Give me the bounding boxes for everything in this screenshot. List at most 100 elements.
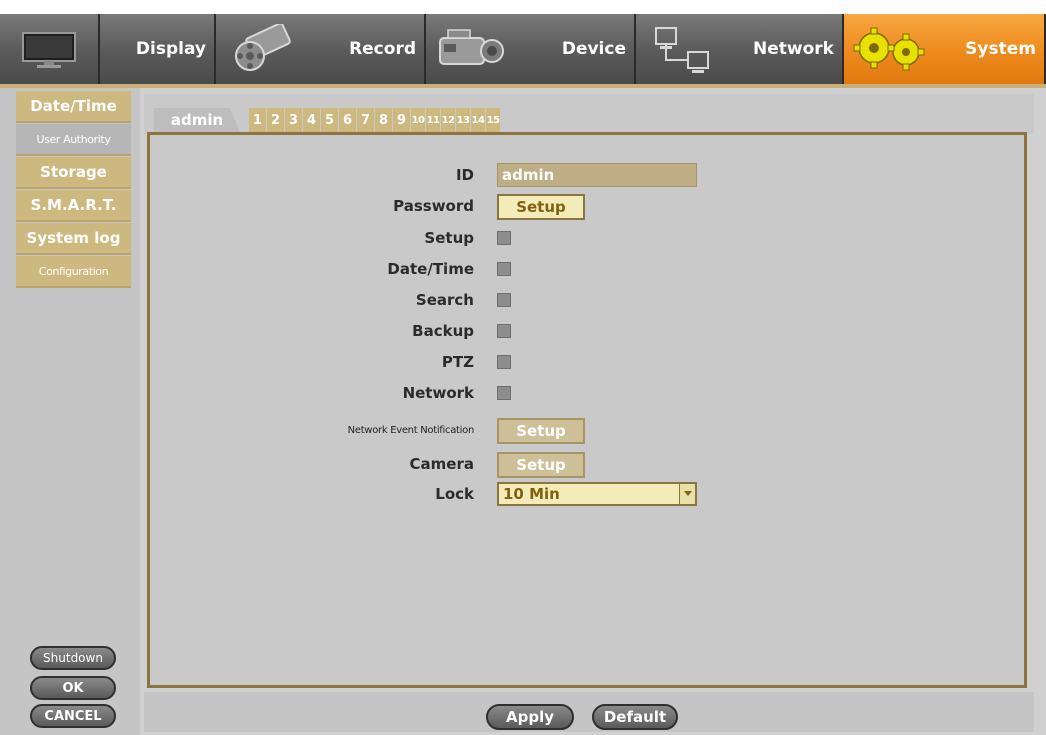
ok-label: OK xyxy=(62,680,84,696)
nav-tab-network-label: Network xyxy=(753,39,834,59)
nav-tab-system-label: System xyxy=(965,39,1036,59)
apply-button[interactable]: Apply xyxy=(486,704,574,730)
tab-admin[interactable]: admin xyxy=(154,108,240,132)
camera-setup-button[interactable]: Setup xyxy=(497,452,585,478)
tab-user-5[interactable]: 5 xyxy=(321,108,338,132)
password-label: Password xyxy=(393,197,474,215)
lock-label: Lock xyxy=(435,485,474,503)
password-row: Password Setup xyxy=(150,194,1024,220)
network-checkbox[interactable] xyxy=(497,386,511,400)
net-event-setup-button[interactable]: Setup xyxy=(497,418,585,444)
sidebar-item-system-log[interactable]: System log xyxy=(16,223,131,255)
network-label: Network xyxy=(402,384,474,402)
ok-button[interactable]: OK xyxy=(30,676,116,700)
lock-row: Lock 10 Min xyxy=(150,482,1024,506)
tab-admin-label: admin xyxy=(170,111,224,129)
setup-label: Setup xyxy=(424,229,474,247)
id-row: ID admin xyxy=(150,163,1024,187)
gears-icon xyxy=(850,22,930,76)
footer-bar: Apply Default xyxy=(144,692,1034,732)
nav-home-tab[interactable] xyxy=(0,14,100,84)
id-label: ID xyxy=(455,166,474,184)
user-tabs: admin 1 2 3 4 5 6 7 8 9 10 11 12 13 14 1… xyxy=(144,94,1034,134)
net-event-row: Network Event Notification Setup xyxy=(150,418,1024,444)
sidebar: Date/Time User Authority Storage S.M.A.R… xyxy=(0,88,140,735)
tab-user-12[interactable]: 12 xyxy=(441,108,455,132)
camera-row: Camera Setup xyxy=(150,452,1024,478)
user-number-tabs: 1 2 3 4 5 6 7 8 9 10 11 12 13 14 15 xyxy=(249,108,501,132)
tab-user-2[interactable]: 2 xyxy=(267,108,284,132)
tab-user-6[interactable]: 6 xyxy=(339,108,356,132)
tab-user-8[interactable]: 8 xyxy=(375,108,392,132)
backup-label: Backup xyxy=(412,322,474,340)
net-event-label: Network Event Notification xyxy=(347,424,475,436)
nav-tab-device-label: Device xyxy=(561,39,626,59)
tab-user-15[interactable]: 15 xyxy=(486,108,500,132)
nav-tab-network[interactable]: Network xyxy=(636,14,844,84)
setup-row: Setup xyxy=(150,226,1024,250)
sidebar-item-configuration[interactable]: Configuration xyxy=(16,256,131,288)
nav-tab-device[interactable]: Device xyxy=(426,14,636,84)
sidebar-item-label: S.M.A.R.T. xyxy=(30,196,117,214)
network-icon xyxy=(642,22,722,76)
backup-checkbox[interactable] xyxy=(497,324,511,338)
setup-checkbox[interactable] xyxy=(497,231,511,245)
search-label: Search xyxy=(415,291,474,309)
network-row: Network xyxy=(150,381,1024,405)
lock-value: 10 Min xyxy=(503,485,560,503)
chevron-down-icon[interactable] xyxy=(679,484,695,504)
tab-user-9[interactable]: 9 xyxy=(393,108,410,132)
sidebar-item-label: Storage xyxy=(40,163,107,181)
search-row: Search xyxy=(150,288,1024,312)
sidebar-item-label: System log xyxy=(26,229,121,247)
password-setup-button[interactable]: Setup xyxy=(497,194,585,220)
tab-user-10[interactable]: 10 xyxy=(411,108,425,132)
default-label: Default xyxy=(603,708,667,726)
apply-label: Apply xyxy=(505,708,554,726)
main-content: admin 1 2 3 4 5 6 7 8 9 10 11 12 13 14 1… xyxy=(140,88,1046,735)
tab-user-3[interactable]: 3 xyxy=(285,108,302,132)
lock-select[interactable]: 10 Min xyxy=(497,482,697,506)
net-event-setup-label: Setup xyxy=(516,422,566,440)
nav-tab-record[interactable]: Record xyxy=(216,14,426,84)
film-reel-icon xyxy=(222,22,302,76)
nav-tab-display-label: Display xyxy=(135,39,206,59)
id-field[interactable]: admin xyxy=(497,163,697,187)
camcorder-icon xyxy=(432,22,512,76)
sidebar-item-label: Date/Time xyxy=(30,97,117,115)
nav-tab-system[interactable]: System xyxy=(844,14,1046,84)
nav-tab-record-label: Record xyxy=(349,39,416,59)
cancel-label: CANCEL xyxy=(44,708,102,724)
cancel-button[interactable]: CANCEL xyxy=(30,704,116,728)
shutdown-button[interactable]: Shutdown xyxy=(30,646,116,670)
monitor-icon xyxy=(9,22,89,76)
id-value: admin xyxy=(502,166,555,184)
sidebar-item-label: Configuration xyxy=(38,264,109,278)
sidebar-item-user-authority[interactable]: User Authority xyxy=(16,124,131,156)
tab-user-1[interactable]: 1 xyxy=(249,108,266,132)
tab-user-4[interactable]: 4 xyxy=(303,108,320,132)
ptz-row: PTZ xyxy=(150,350,1024,374)
camera-label: Camera xyxy=(409,455,474,473)
sidebar-item-smart[interactable]: S.M.A.R.T. xyxy=(16,190,131,222)
sidebar-item-label: User Authority xyxy=(36,132,111,146)
password-setup-label: Setup xyxy=(516,198,566,216)
tab-user-7[interactable]: 7 xyxy=(357,108,374,132)
search-checkbox[interactable] xyxy=(497,293,511,307)
tab-user-14[interactable]: 14 xyxy=(471,108,485,132)
default-button[interactable]: Default xyxy=(592,704,678,730)
datetime-row: Date/Time xyxy=(150,257,1024,281)
ptz-label: PTZ xyxy=(441,353,474,371)
ptz-checkbox[interactable] xyxy=(497,355,511,369)
sidebar-item-storage[interactable]: Storage xyxy=(16,157,131,189)
nav-tab-display[interactable]: Display xyxy=(100,14,216,84)
top-nav-bar: Display Record Device Network System xyxy=(0,14,1046,84)
datetime-label: Date/Time xyxy=(387,260,474,278)
tab-user-13[interactable]: 13 xyxy=(456,108,470,132)
sidebar-item-date-time[interactable]: Date/Time xyxy=(16,91,131,123)
tab-user-11[interactable]: 11 xyxy=(426,108,440,132)
datetime-checkbox[interactable] xyxy=(497,262,511,276)
user-authority-panel: ID admin Password Setup Setup Date/Time … xyxy=(147,132,1027,688)
backup-row: Backup xyxy=(150,319,1024,343)
camera-setup-label: Setup xyxy=(516,456,566,474)
